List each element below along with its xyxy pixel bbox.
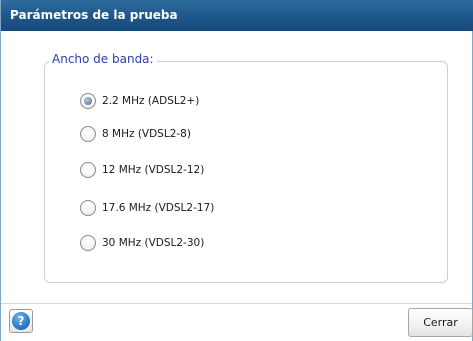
help-icon: ? — [12, 312, 30, 330]
radio-button-selected[interactable] — [80, 93, 96, 109]
bandwidth-option-30mhz[interactable]: 30 MHz (VDSL2-30) — [80, 233, 204, 253]
dialog-footer — [1, 303, 472, 341]
radio-button[interactable] — [80, 126, 96, 142]
radio-button[interactable] — [80, 200, 96, 216]
option-label: 12 MHz (VDSL2-12) — [102, 164, 205, 176]
titlebar: Parámetros de la prueba — [1, 0, 473, 31]
test-parameters-dialog: Parámetros de la prueba Ancho de banda: … — [0, 0, 473, 341]
dialog-title: Parámetros de la prueba — [10, 8, 178, 22]
option-label: 2.2 MHz (ADSL2+) — [102, 95, 200, 107]
radio-button[interactable] — [80, 162, 96, 178]
bandwidth-option-12mhz[interactable]: 12 MHz (VDSL2-12) — [80, 160, 204, 180]
bandwidth-option-2-2mhz[interactable]: 2.2 MHz (ADSL2+) — [80, 91, 199, 111]
help-button[interactable]: ? — [9, 309, 33, 333]
option-label: 30 MHz (VDSL2-30) — [102, 237, 205, 249]
bandwidth-option-17-6mhz[interactable]: 17.6 MHz (VDSL2-17) — [80, 198, 214, 218]
radio-button[interactable] — [80, 235, 96, 251]
bandwidth-legend: Ancho de banda: — [49, 52, 157, 66]
option-label: 8 MHz (VDSL2-8) — [102, 128, 191, 140]
close-button[interactable]: Cerrar — [408, 308, 473, 337]
option-label: 17.6 MHz (VDSL2-17) — [102, 202, 215, 214]
bandwidth-option-8mhz[interactable]: 8 MHz (VDSL2-8) — [80, 124, 191, 144]
